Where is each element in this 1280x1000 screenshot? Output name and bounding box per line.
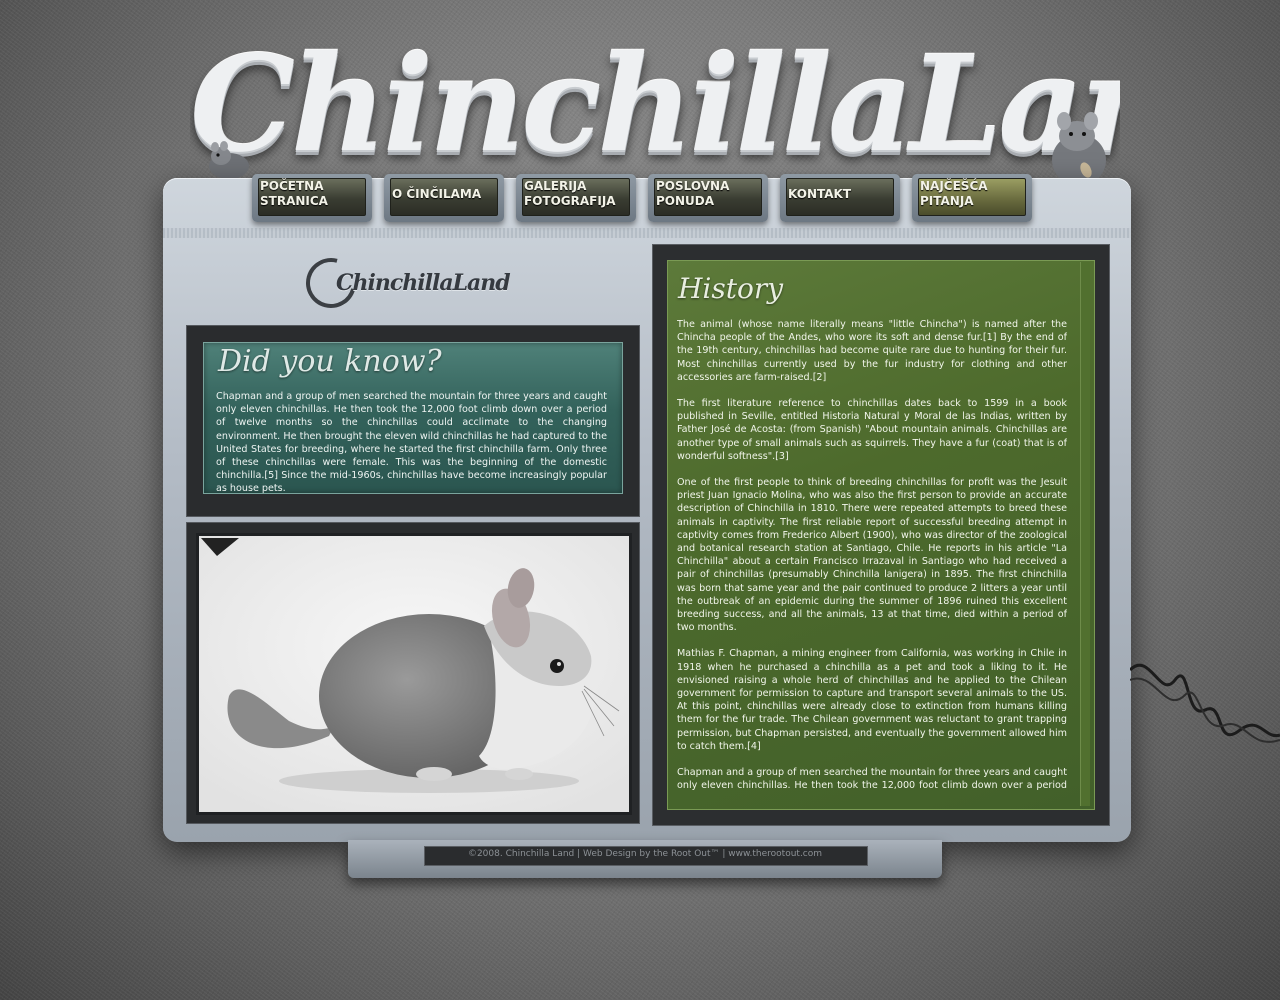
history-paragraph: Chapman and a group of men searched the … <box>677 767 1067 790</box>
site-logo[interactable]: ChinchillaLand <box>190 20 1120 190</box>
history-text[interactable]: The animal (whose name literally means "… <box>677 318 1067 790</box>
nav-divider <box>163 228 1131 238</box>
nav-galerija-fotografija[interactable]: GALERIJA FOTOGRAFIJA <box>516 174 636 222</box>
footer-text: ©2008. Chinchilla Land | Web Design by t… <box>467 849 823 859</box>
did-you-know-title: Did you know? <box>218 344 442 379</box>
nav-label: POSLOVNA PONUDA <box>656 179 730 208</box>
chinchilla-photo-image <box>199 536 629 812</box>
did-you-know-text: Chapman and a group of men searched the … <box>216 391 607 495</box>
nav-label: O ČINČILAMA <box>392 187 482 201</box>
small-logo-text: ChinchillaLand <box>336 270 511 296</box>
nav-kontakt[interactable]: KONTAKT <box>780 174 900 222</box>
nav-label: NAJČEŠĆA PITANJA <box>920 179 988 208</box>
nav-label: KONTAKT <box>788 187 852 201</box>
history-paragraph: The first literature reference to chinch… <box>677 398 1067 462</box>
nav-pocetna-stranica[interactable]: POČETNA STRANICA <box>252 174 372 222</box>
history-paragraph: One of the first people to think of bree… <box>677 477 1067 634</box>
nav-label: GALERIJA FOTOGRAFIJA <box>524 179 616 208</box>
chinchilla-figure-right <box>1052 112 1106 186</box>
history-scrollbar[interactable] <box>1080 262 1090 806</box>
chinchilla-photo <box>196 533 632 815</box>
history-paragraph: The animal (whose name literally means "… <box>677 319 1067 383</box>
nav-poslovna-ponuda[interactable]: POSLOVNA PONUDA <box>648 174 768 222</box>
nav-najcesca-pitanja[interactable]: NAJČEŠĆA PITANJA <box>912 174 1032 222</box>
history-paragraph: Mathias F. Chapman, a mining engineer fr… <box>677 648 1067 752</box>
nav-o-cincilama[interactable]: O ČINČILAMA <box>384 174 504 222</box>
small-logo[interactable]: ChinchillaLand <box>296 248 526 318</box>
history-title: History <box>678 272 784 305</box>
nav-label: POČETNA STRANICA <box>260 179 328 208</box>
decorative-wire <box>1130 663 1280 743</box>
chinchilla-figure-left <box>209 141 249 179</box>
